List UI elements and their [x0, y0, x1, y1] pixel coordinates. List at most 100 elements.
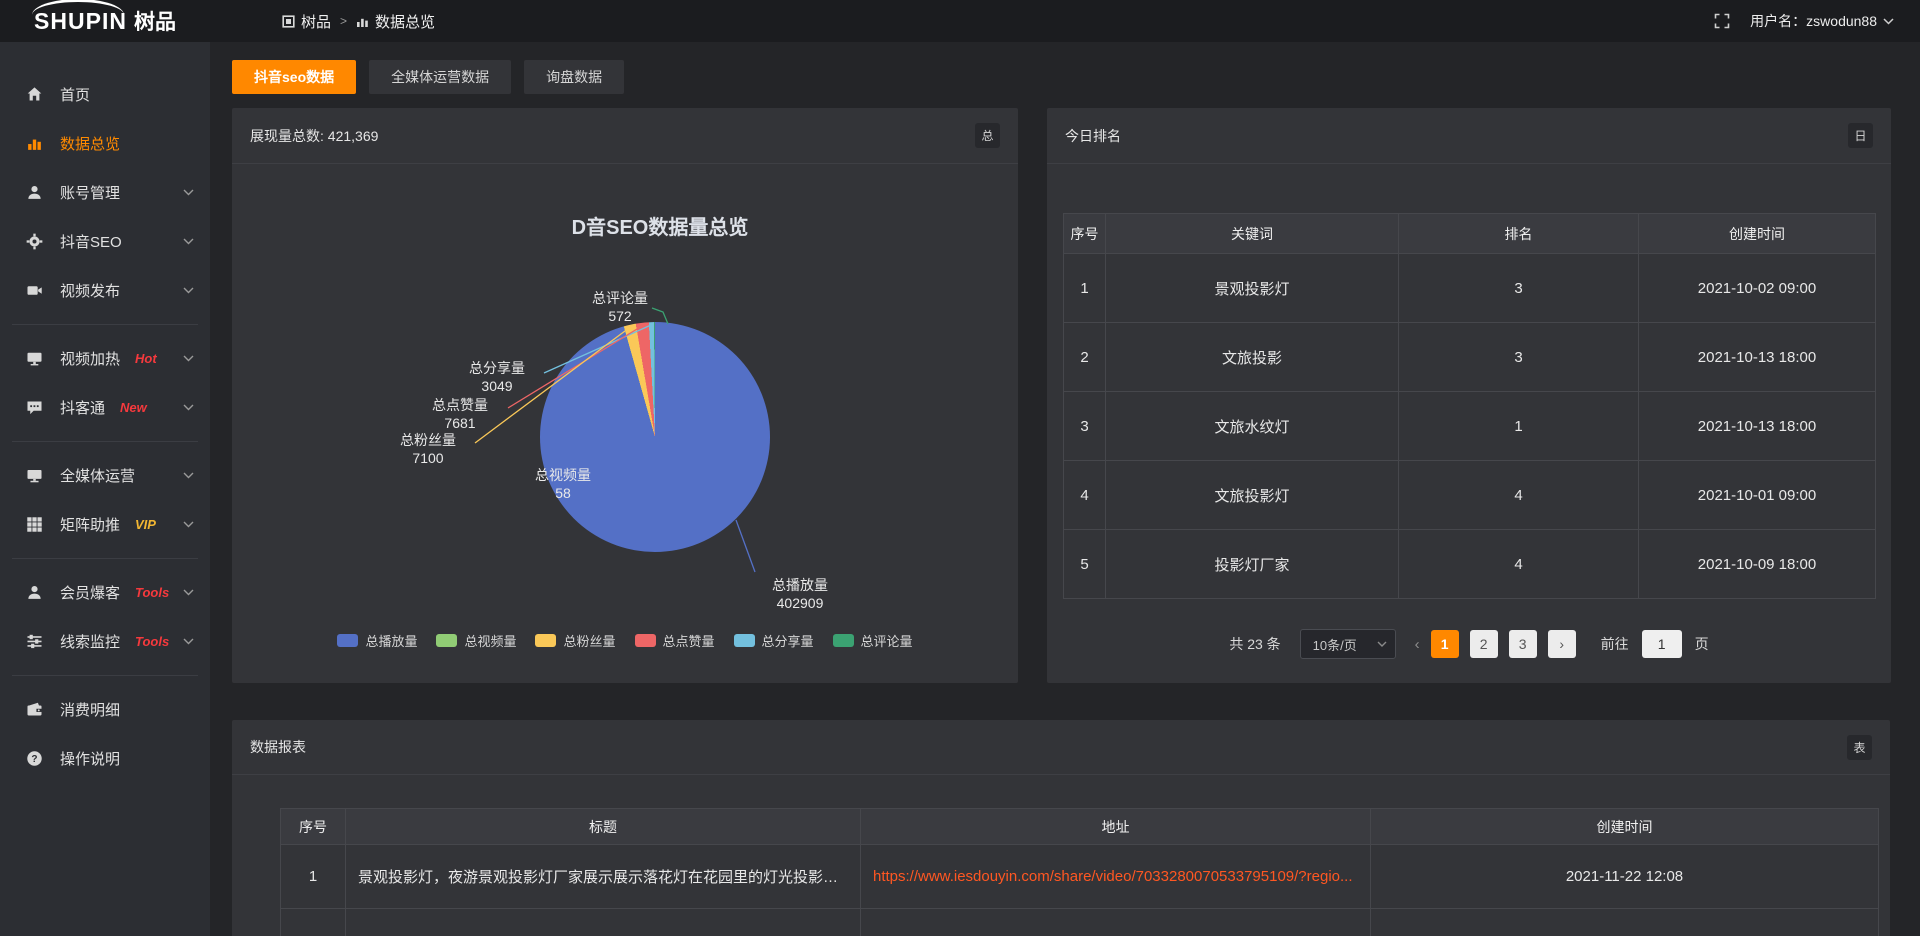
username: 用户名：zswodun88 [1750, 11, 1877, 31]
home-icon [26, 86, 45, 103]
table-row: 1景观投影灯，夜游景观投影灯厂家展示展示落花灯在花园里的灯光投影应用效果 # ht… [281, 845, 1879, 909]
sidebar-item-sliders[interactable]: 线索监控 Tools [0, 617, 210, 666]
sidebar-item-question[interactable]: ? 操作说明 [0, 734, 210, 783]
sidebar-item-label: 矩阵助推 [60, 514, 120, 535]
sidebar-item-label: 线索监控 [60, 631, 120, 652]
main-content: 抖音seo数据全媒体运营数据询盘数据 展现量总数: 421,369 总 D音SE… [210, 42, 1920, 936]
svg-text:?: ? [31, 754, 37, 765]
grid-icon [26, 516, 43, 533]
sidebar-item-video[interactable]: 视频发布 [0, 266, 210, 315]
sidebar-divider [12, 558, 198, 559]
chevron-down-icon [183, 638, 194, 645]
page-size-select[interactable]: 10条/页 [1300, 629, 1396, 659]
table-cell: 景观投影灯，夜游景观投影灯厂家展示展示落花灯在花园里的灯光投影应用效果 # [346, 845, 861, 909]
legend-chip [635, 634, 656, 647]
breadcrumb-root[interactable]: 树品 [282, 11, 331, 32]
pagination: 共 23 条 10条/页 ‹ 123 › 前往 页 [1047, 629, 1891, 659]
pie-label-shares: 总分享量3049 [452, 359, 542, 395]
report-panel: 数据报表 表 序号标题地址创建时间1景观投影灯，夜游景观投影灯厂家展示展示落花灯… [232, 720, 1890, 936]
legend-chip [833, 634, 854, 647]
tab-2[interactable]: 全媒体运营数据 [369, 60, 511, 94]
sidebar-item-chat[interactable]: 抖客通New [0, 383, 210, 432]
sidebar-item-label: 会员爆客 [60, 582, 120, 603]
goto-page-input[interactable] [1642, 630, 1682, 658]
sidebar-item-gear[interactable]: 抖音SEO [0, 217, 210, 266]
table-cell: 景观投影灯 [1106, 254, 1399, 323]
table-cell [1371, 909, 1879, 936]
legend-item[interactable]: 总评论量 [833, 631, 913, 650]
column-header: 排名 [1399, 214, 1639, 254]
ranking-panel-title: 今日排名 [1065, 126, 1121, 146]
overview-panel-title: 展现量总数: 421,369 [250, 126, 378, 146]
column-header: 序号 [281, 809, 346, 845]
table-row: 3文旅水纹灯12021-10-13 18:00 [1064, 392, 1876, 461]
user-menu[interactable]: 用户名：zswodun88 [1750, 11, 1894, 31]
chevron-down-icon [183, 238, 194, 245]
sidebar-item-chart[interactable]: 数据总览 [0, 119, 210, 168]
sidebar-item-wallet[interactable]: 消费明细 [0, 685, 210, 734]
page-button-1[interactable]: 1 [1431, 630, 1459, 658]
report-table: 序号标题地址创建时间1景观投影灯，夜游景观投影灯厂家展示展示落花灯在花园里的灯光… [280, 808, 1879, 936]
address-link[interactable]: https://www.iesdouyin.com/share/video/70… [873, 868, 1358, 885]
sidebar-item-tv[interactable]: 视频加热Hot [0, 334, 210, 383]
table-cell: 2021-10-13 18:00 [1639, 323, 1876, 392]
legend-item[interactable]: 总点赞量 [635, 631, 715, 650]
table-cell: 2021-10-02 09:00 [1639, 254, 1876, 323]
legend-item[interactable]: 总播放量 [337, 631, 417, 650]
chevron-down-icon [183, 189, 194, 196]
sidebar-divider [12, 675, 198, 676]
sidebar-item-monitor[interactable]: 全媒体运营 [0, 451, 210, 500]
table-row: 4文旅投影灯42021-10-01 09:00 [1064, 461, 1876, 530]
sidebar-item-badge: Tools [135, 634, 169, 649]
legend-chip [734, 634, 755, 647]
sidebar-divider [12, 324, 198, 325]
chevron-down-icon [183, 404, 194, 411]
table-cell: 文旅投影灯 [1106, 461, 1399, 530]
table-cell: 投影灯厂家 [1106, 530, 1399, 599]
logo-text-cn: 树品 [134, 6, 176, 36]
tab-1[interactable]: 抖音seo数据 [232, 60, 356, 94]
sidebar-item-label: 操作说明 [60, 748, 120, 769]
table-cell: 1 [281, 845, 346, 909]
total-badge-button[interactable]: 总 [975, 123, 1000, 148]
prev-page-button[interactable]: ‹ [1415, 636, 1420, 653]
table-cell: 5 [1064, 530, 1106, 599]
day-badge-button[interactable]: 日 [1848, 123, 1873, 148]
table-cell: 2 [1064, 323, 1106, 392]
ranking-panel: 今日排名 日 序号关键词排名创建时间1景观投影灯32021-10-02 09:0… [1047, 108, 1891, 683]
page-button-2[interactable]: 2 [1470, 630, 1498, 658]
table-cell: 2021-10-09 18:00 [1639, 530, 1876, 599]
page-button-3[interactable]: 3 [1509, 630, 1537, 658]
chevron-down-icon [183, 404, 194, 411]
sidebar-item-user[interactable]: 账号管理 [0, 168, 210, 217]
chevron-down-icon [183, 189, 194, 196]
chevron-down-icon [183, 287, 194, 294]
video-icon [26, 282, 43, 299]
app-logo: SHUPIN 树品 [0, 6, 210, 36]
table-badge-button[interactable]: 表 [1847, 735, 1872, 760]
wallet-icon [26, 701, 45, 718]
breadcrumb-current[interactable]: 数据总览 [356, 11, 435, 32]
chart-icon [26, 135, 45, 152]
table-cell: 4 [1064, 461, 1106, 530]
chevron-down-icon [183, 472, 194, 479]
column-header: 序号 [1064, 214, 1106, 254]
sidebar-item-home[interactable]: 首页 [0, 70, 210, 119]
sidebar-item-grid[interactable]: 矩阵助推VIP [0, 500, 210, 549]
tab-3[interactable]: 询盘数据 [524, 60, 624, 94]
legend-item[interactable]: 总分享量 [734, 631, 814, 650]
bar-chart-icon [356, 15, 369, 28]
pie-label-plays: 总播放量402909 [755, 576, 845, 612]
column-header: 标题 [346, 809, 861, 845]
next-page-button[interactable]: › [1548, 630, 1576, 658]
sidebar-item-label: 数据总览 [60, 133, 120, 154]
fullscreen-icon[interactable] [1714, 13, 1730, 29]
tv-icon [26, 350, 43, 367]
chevron-down-icon [183, 355, 194, 362]
column-header: 关键词 [1106, 214, 1399, 254]
sidebar-item-badge: New [120, 400, 147, 415]
legend-item[interactable]: 总视频量 [436, 631, 516, 650]
table-cell: 3 [1399, 323, 1639, 392]
sidebar-item-person[interactable]: 会员爆客Tools [0, 568, 210, 617]
legend-item[interactable]: 总粉丝量 [535, 631, 615, 650]
